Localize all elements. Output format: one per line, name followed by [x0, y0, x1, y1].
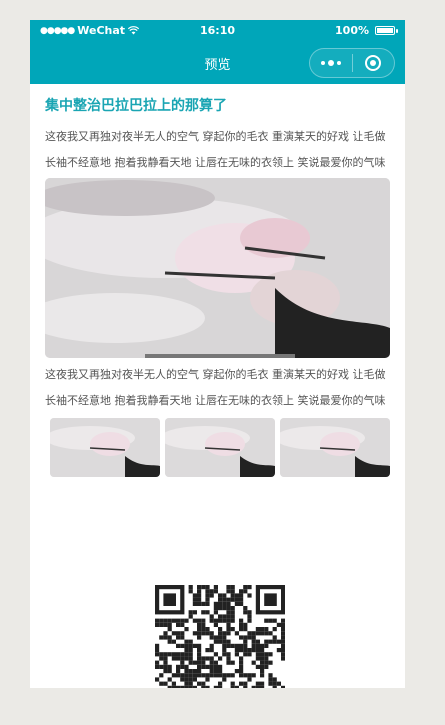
thumbnail-photo	[280, 418, 390, 477]
thumbnail-gallery	[45, 416, 390, 477]
more-button[interactable]	[310, 49, 352, 77]
thumbnail-image[interactable]	[165, 418, 275, 477]
thumbnail-photo	[50, 418, 160, 477]
mini-program-capsule	[309, 48, 395, 78]
thumbnail-image[interactable]	[50, 418, 160, 477]
nav-bar: 预览	[30, 42, 405, 84]
status-right: 100%	[335, 24, 398, 37]
close-button[interactable]	[353, 49, 395, 77]
phone-screen: ●●●●● WeChat 16:10 100% 预览 集中整治巴拉巴拉上的那算了…	[30, 20, 405, 688]
article-title: 集中整治巴拉巴拉上的那算了	[45, 98, 227, 114]
thumbnail-photo	[165, 418, 275, 477]
battery-percent: 100%	[335, 24, 369, 37]
article-content: 集中整治巴拉巴拉上的那算了 这夜我又再独对夜半无人的空气 穿起你的毛衣 重演某天…	[30, 96, 405, 477]
qr-code	[155, 585, 285, 688]
article-paragraph-2: 这夜我又再独对夜半无人的空气 穿起你的毛衣 重演某天的好戏 让毛做长袖不经意地 …	[45, 368, 386, 407]
status-bar: ●●●●● WeChat 16:10 100%	[30, 20, 405, 42]
article-paragraph-1: 这夜我又再独对夜半无人的空气 穿起你的毛衣 重演某天的好戏 让毛做长袖不经意地 …	[45, 130, 386, 169]
capsule-close-icon	[365, 55, 382, 71]
article-main-image[interactable]	[45, 178, 390, 358]
more-dots-icon	[320, 60, 341, 66]
battery-icon	[375, 26, 398, 35]
photo-illustration	[45, 178, 390, 358]
qr-code-graphic	[155, 585, 285, 688]
thumbnail-image[interactable]	[280, 418, 390, 477]
